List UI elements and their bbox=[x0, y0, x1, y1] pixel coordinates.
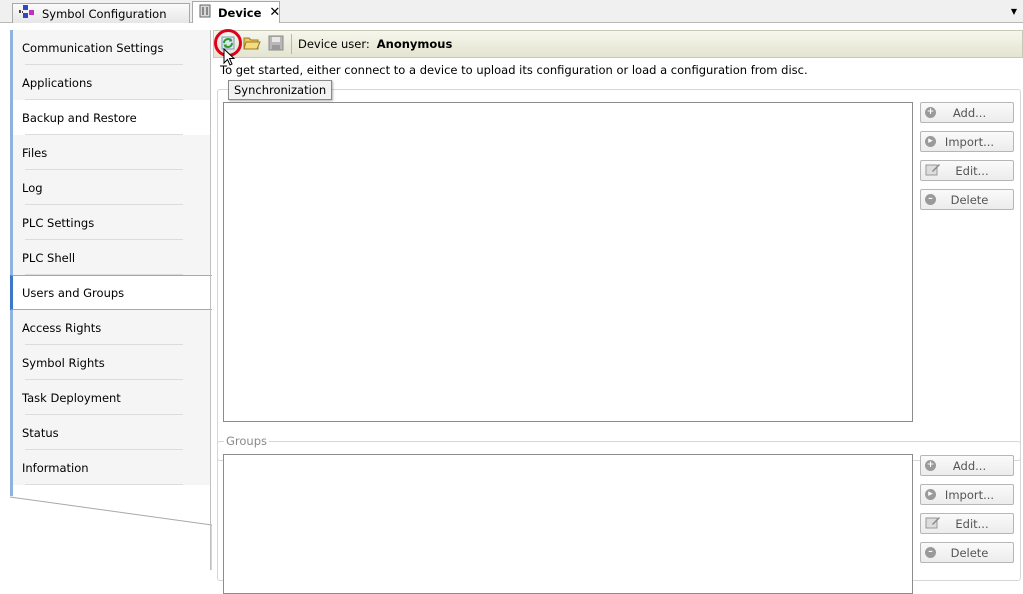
add-icon: + bbox=[925, 460, 936, 471]
tab-symbol-configuration[interactable]: Symbol Configuration bbox=[12, 3, 190, 23]
button-label: Import... bbox=[944, 134, 995, 149]
groups-title: Groups bbox=[224, 434, 270, 448]
nav-item-label: Users and Groups bbox=[22, 285, 125, 300]
edit-user-button[interactable]: Edit... bbox=[920, 160, 1014, 181]
nav-item-users-and-groups[interactable]: Users and Groups bbox=[10, 275, 212, 310]
button-label: Delete bbox=[950, 192, 989, 207]
import-icon: ▸ bbox=[925, 489, 936, 500]
nav-item-label: Task Deployment bbox=[22, 390, 121, 405]
delete-icon: – bbox=[925, 194, 936, 205]
nav-item-label: Access Rights bbox=[22, 320, 102, 335]
symbol-config-icon bbox=[19, 5, 35, 22]
add-icon: + bbox=[925, 107, 936, 118]
nav-item-access-rights[interactable]: Access Rights bbox=[10, 310, 211, 345]
nav-item-label: Communication Settings bbox=[22, 40, 164, 55]
getting-started-hint: To get started, either connect to a devi… bbox=[220, 63, 808, 77]
open-button[interactable] bbox=[241, 33, 263, 55]
button-label: Import... bbox=[944, 487, 995, 502]
chevron-down-icon[interactable]: ▼ bbox=[1011, 7, 1017, 16]
toolbar: Device user: Anonymous bbox=[213, 28, 1023, 58]
open-folder-icon bbox=[243, 35, 261, 54]
nav-item-files[interactable]: Files bbox=[10, 135, 211, 170]
nav-item-label: Symbol Rights bbox=[22, 355, 105, 370]
nav-item-applications[interactable]: Applications bbox=[10, 65, 211, 100]
delete-icon: – bbox=[925, 547, 936, 558]
nav-item-communication-settings[interactable]: Communication Settings bbox=[10, 30, 211, 65]
nav-tail-decoration bbox=[10, 485, 212, 570]
device-user-label: Device user: bbox=[298, 37, 370, 51]
save-icon bbox=[268, 35, 284, 54]
tab-label: Symbol Configuration bbox=[42, 6, 167, 21]
nav-item-plc-settings[interactable]: PLC Settings bbox=[10, 205, 211, 240]
device-icon bbox=[199, 4, 211, 21]
add-user-button[interactable]: + Add... bbox=[920, 102, 1014, 123]
button-label: Edit... bbox=[955, 163, 989, 178]
edit-group-button[interactable]: Edit... bbox=[920, 513, 1014, 534]
add-group-button[interactable]: + Add... bbox=[920, 455, 1014, 476]
nav-item-plc-shell[interactable]: PLC Shell bbox=[10, 240, 211, 275]
save-button[interactable] bbox=[265, 33, 287, 55]
import-users-button[interactable]: ▸ Import... bbox=[920, 131, 1014, 152]
button-label: Delete bbox=[950, 545, 989, 560]
nav-item-symbol-rights[interactable]: Symbol Rights bbox=[10, 345, 211, 380]
import-icon: ▸ bbox=[925, 136, 936, 147]
nav-item-label: Status bbox=[22, 425, 59, 440]
mouse-cursor-icon bbox=[223, 48, 236, 66]
editor-tab-bar: Symbol Configuration Device ✕ ▼ bbox=[0, 0, 1023, 23]
groups-group-box: Groups + Add... ▸ Import... Edit... – De… bbox=[217, 434, 1021, 594]
button-label: Add... bbox=[952, 105, 987, 120]
users-group-box: + Add... ▸ Import... Edit... – Delete bbox=[217, 89, 1021, 461]
device-editor-nav: Communication Settings Applications Back… bbox=[10, 30, 212, 570]
nav-item-label: PLC Shell bbox=[22, 250, 76, 265]
nav-item-label: Backup and Restore bbox=[22, 110, 137, 125]
nav-item-label: Log bbox=[22, 180, 43, 195]
nav-item-label: Information bbox=[22, 460, 89, 475]
button-label: Edit... bbox=[955, 516, 989, 531]
import-groups-button[interactable]: ▸ Import... bbox=[920, 484, 1014, 505]
tab-label: Device bbox=[218, 5, 262, 20]
nav-item-log[interactable]: Log bbox=[10, 170, 211, 205]
nav-item-label: PLC Settings bbox=[22, 215, 95, 230]
device-user-value: Anonymous bbox=[376, 37, 453, 51]
synchronization-tooltip: Synchronization bbox=[228, 80, 333, 100]
close-icon[interactable]: ✕ bbox=[269, 5, 280, 20]
edit-icon bbox=[925, 162, 941, 179]
edit-icon bbox=[925, 515, 941, 532]
nav-item-information[interactable]: Information bbox=[10, 450, 211, 485]
delete-user-button[interactable]: – Delete bbox=[920, 189, 1014, 210]
users-and-groups-page: Device user: Anonymous To get started, e… bbox=[210, 28, 1023, 594]
users-list[interactable] bbox=[223, 102, 913, 422]
tab-device[interactable]: Device ✕ bbox=[192, 1, 280, 23]
groups-list[interactable] bbox=[223, 454, 913, 594]
nav-item-status[interactable]: Status bbox=[10, 415, 211, 450]
nav-item-backup-and-restore[interactable]: Backup and Restore bbox=[10, 100, 211, 135]
nav-item-label: Files bbox=[22, 145, 48, 160]
nav-item-task-deployment[interactable]: Task Deployment bbox=[10, 380, 211, 415]
toolbar-separator bbox=[291, 34, 292, 54]
delete-group-button[interactable]: – Delete bbox=[920, 542, 1014, 563]
button-label: Add... bbox=[952, 458, 987, 473]
nav-item-label: Applications bbox=[22, 75, 93, 90]
